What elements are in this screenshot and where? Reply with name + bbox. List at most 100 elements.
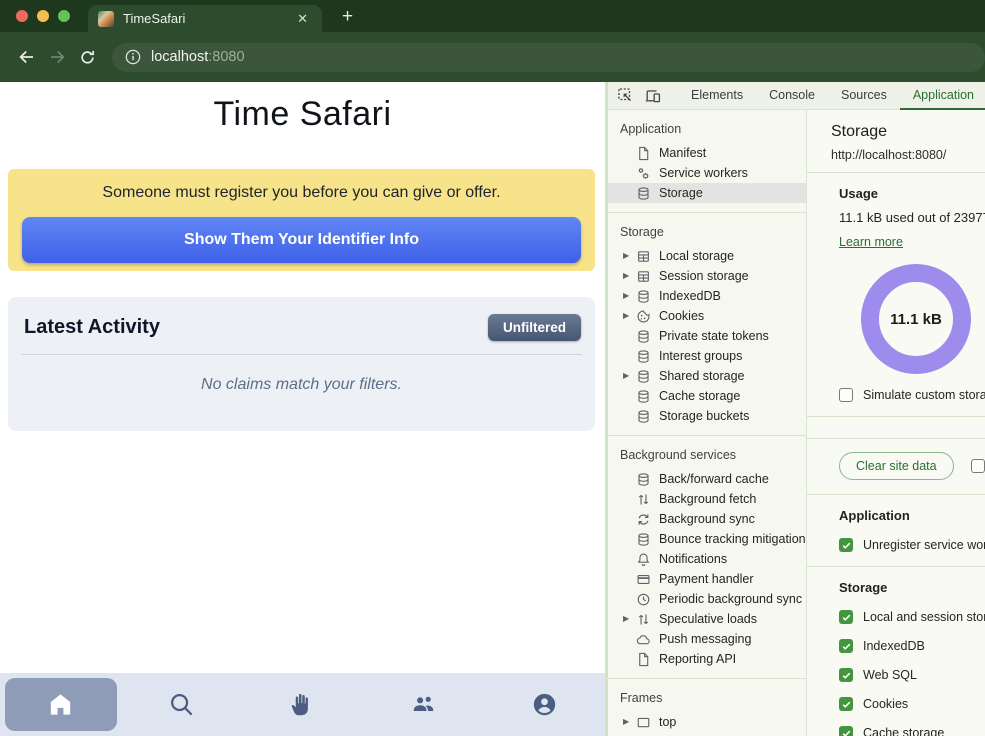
tree-item-service-workers[interactable]: Service workers <box>608 163 806 183</box>
check-web-sql[interactable]: Web SQL <box>839 668 985 682</box>
frame-icon <box>636 714 652 730</box>
database-icon <box>636 328 652 344</box>
expander-triangle-icon[interactable]: ▶ <box>623 306 636 326</box>
alert-message: Someone must register you before you can… <box>8 184 595 202</box>
updown-icon <box>636 491 652 507</box>
database-icon <box>636 348 652 364</box>
tree-item-cookies[interactable]: ▶Cookies <box>608 306 806 326</box>
nav-item-search[interactable] <box>121 673 242 736</box>
checked-checkbox-icon[interactable] <box>839 726 853 736</box>
donut-label: 11.1 kB <box>861 264 971 374</box>
home-icon <box>47 691 74 718</box>
sidebar-section-title: Background services <box>608 445 806 469</box>
device-toolbar-icon[interactable] <box>644 87 662 105</box>
tree-item-label: Local storage <box>659 249 734 263</box>
tree-item-indexeddb[interactable]: ▶IndexedDB <box>608 286 806 306</box>
unchecked-checkbox-icon[interactable] <box>839 388 853 402</box>
tree-item-storage-buckets[interactable]: Storage buckets <box>608 406 806 426</box>
checkbox-label: Local and session stora <box>863 610 985 624</box>
new-tab-button[interactable]: + <box>336 6 359 28</box>
check-unregister-service-wor[interactable]: Unregister service wor <box>839 538 985 552</box>
tree-item-manifest[interactable]: Manifest <box>608 143 806 163</box>
checked-checkbox-icon[interactable] <box>839 639 853 653</box>
expander-triangle-icon[interactable]: ▶ <box>623 266 636 286</box>
tree-item-label: Background sync <box>659 512 755 526</box>
tree-item-private-state-tokens[interactable]: Private state tokens <box>608 326 806 346</box>
expander-triangle-icon[interactable]: ▶ <box>623 246 636 266</box>
tree-item-label: Payment handler <box>659 572 754 586</box>
checked-checkbox-icon[interactable] <box>839 697 853 711</box>
tree-item-background-sync[interactable]: Background sync <box>608 509 806 529</box>
devtools-tab-console[interactable]: Console <box>756 82 828 110</box>
inspect-element-icon[interactable] <box>617 87 635 105</box>
tree-item-local-storage[interactable]: ▶ Local storage <box>608 246 806 266</box>
nav-item-people[interactable] <box>363 673 484 736</box>
tree-item-shared-storage[interactable]: ▶Shared storage <box>608 366 806 386</box>
sidebar-section-title: Frames <box>608 688 806 712</box>
tab-close-icon[interactable]: ✕ <box>293 9 312 29</box>
checked-checkbox-icon[interactable] <box>839 538 853 552</box>
nav-item-home[interactable] <box>0 673 121 736</box>
tree-item-push-messaging[interactable]: Push messaging <box>608 629 806 649</box>
back-button[interactable] <box>12 42 42 72</box>
pane-title: Storage <box>831 123 985 141</box>
nav-item-hand[interactable] <box>242 673 363 736</box>
bottom-navigation <box>0 673 605 736</box>
nav-active-pill[interactable] <box>5 678 117 731</box>
simulate-custom-storage-checkbox[interactable]: Simulate custom storag <box>839 388 985 402</box>
tree-item-periodic-background-sync[interactable]: Periodic background sync <box>608 589 806 609</box>
reload-button[interactable] <box>72 42 102 72</box>
checkbox-label: Cache storage <box>863 726 944 736</box>
tree-item-storage[interactable]: Storage <box>608 183 806 203</box>
sidebar-section-title: Storage <box>608 222 806 246</box>
browser-tab[interactable]: TimeSafari ✕ <box>88 5 322 32</box>
checkbox-label: Simulate custom storag <box>863 388 985 402</box>
tree-item-bounce-tracking-mitigation[interactable]: Bounce tracking mitigation <box>608 529 806 549</box>
expander-triangle-icon[interactable]: ▶ <box>623 366 636 386</box>
cookie-icon <box>636 308 652 324</box>
unfiltered-button[interactable]: Unfiltered <box>488 314 581 341</box>
card-divider <box>21 354 582 355</box>
devtools-tab-application[interactable]: Application <box>900 82 985 110</box>
checked-checkbox-icon[interactable] <box>839 668 853 682</box>
storage-section-heading: Storage <box>839 580 985 595</box>
close-window-button[interactable] <box>16 10 28 22</box>
site-info-icon[interactable] <box>124 48 142 66</box>
expander-triangle-icon[interactable]: ▶ <box>623 609 636 629</box>
expander-triangle-icon[interactable]: ▶ <box>623 712 636 732</box>
tree-item-session-storage[interactable]: ▶Session storage <box>608 266 806 286</box>
minimize-window-button[interactable] <box>37 10 49 22</box>
check-cookies[interactable]: Cookies <box>839 697 985 711</box>
including-third-party-checkbox[interactable]: in <box>971 459 985 473</box>
tree-item-interest-groups[interactable]: Interest groups <box>608 346 806 366</box>
learn-more-link[interactable]: Learn more <box>839 235 903 249</box>
tree-item-reporting-api[interactable]: Reporting API <box>608 649 806 669</box>
tree-item-payment-handler[interactable]: Payment handler <box>608 569 806 589</box>
tree-item-back-forward-cache[interactable]: Back/forward cache <box>608 469 806 489</box>
tree-item-background-fetch[interactable]: Background fetch <box>608 489 806 509</box>
url-bar[interactable]: localhost:8080 <box>112 43 985 72</box>
show-identifier-info-button[interactable]: Show Them Your Identifier Info <box>22 217 581 263</box>
reload-icon <box>78 48 97 67</box>
unchecked-checkbox-icon[interactable] <box>971 459 985 473</box>
registration-alert: Someone must register you before you can… <box>8 169 595 271</box>
tree-item-speculative-loads[interactable]: ▶ Speculative loads <box>608 609 806 629</box>
checked-checkbox-icon[interactable] <box>839 610 853 624</box>
clock-icon <box>636 591 652 607</box>
check-cache-storage[interactable]: Cache storage <box>839 726 985 736</box>
zoom-window-button[interactable] <box>58 10 70 22</box>
tree-item-label: Speculative loads <box>659 612 757 626</box>
nav-item-profile[interactable] <box>484 673 605 736</box>
check-indexeddb[interactable]: IndexedDB <box>839 639 985 653</box>
devtools-tab-sources[interactable]: Sources <box>828 82 900 110</box>
browser-window: TimeSafari ✕ + localhost:8080 Time Safar… <box>0 0 985 736</box>
devtools-tab-elements[interactable]: Elements <box>678 82 756 110</box>
expander-triangle-icon[interactable]: ▶ <box>623 286 636 306</box>
tree-item-cache-storage[interactable]: Cache storage <box>608 386 806 406</box>
people-icon <box>410 691 437 718</box>
forward-button[interactable] <box>42 42 72 72</box>
clear-site-data-button[interactable]: Clear site data <box>839 452 954 480</box>
tree-item-top[interactable]: ▶top <box>608 712 806 732</box>
check-local-and-session-stora[interactable]: Local and session stora <box>839 610 985 624</box>
tree-item-notifications[interactable]: Notifications <box>608 549 806 569</box>
